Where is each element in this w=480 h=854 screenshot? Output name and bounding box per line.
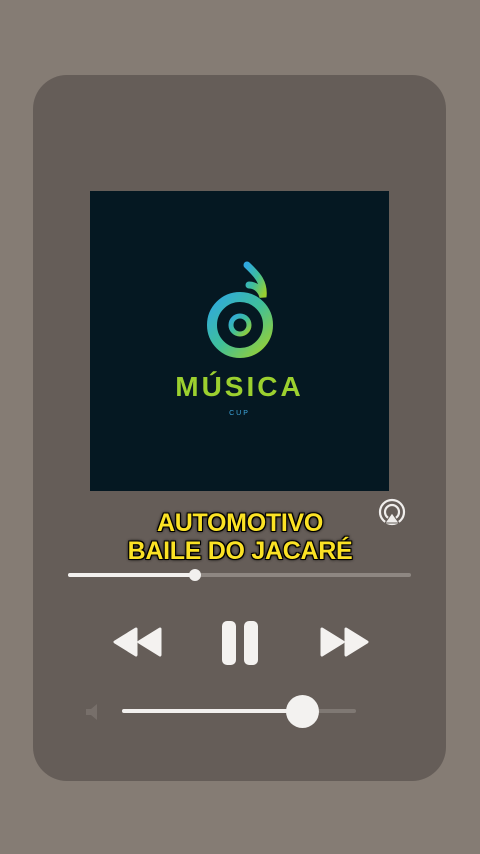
album-cover: MÚSICA CUP (90, 191, 389, 491)
fast-forward-icon[interactable] (318, 627, 370, 657)
volume-fill (122, 709, 303, 713)
pause-icon[interactable] (220, 619, 260, 667)
music-note-logo-icon (207, 261, 273, 358)
volume-slider[interactable] (122, 695, 356, 728)
speaker-icon (86, 704, 97, 720)
volume-knob[interactable] (286, 695, 320, 728)
progress-scrubber[interactable] (188, 569, 201, 581)
track-title-line-1: AUTOMOTIVO (157, 509, 323, 537)
progress-bar[interactable] (68, 569, 411, 581)
progress-fill (68, 573, 195, 577)
track-title-line-2: BAILE DO JACARÉ (127, 537, 353, 565)
rewind-icon[interactable] (112, 627, 164, 657)
brand-name: MÚSICA (175, 371, 304, 402)
brand-subtitle: CUP (229, 410, 250, 417)
